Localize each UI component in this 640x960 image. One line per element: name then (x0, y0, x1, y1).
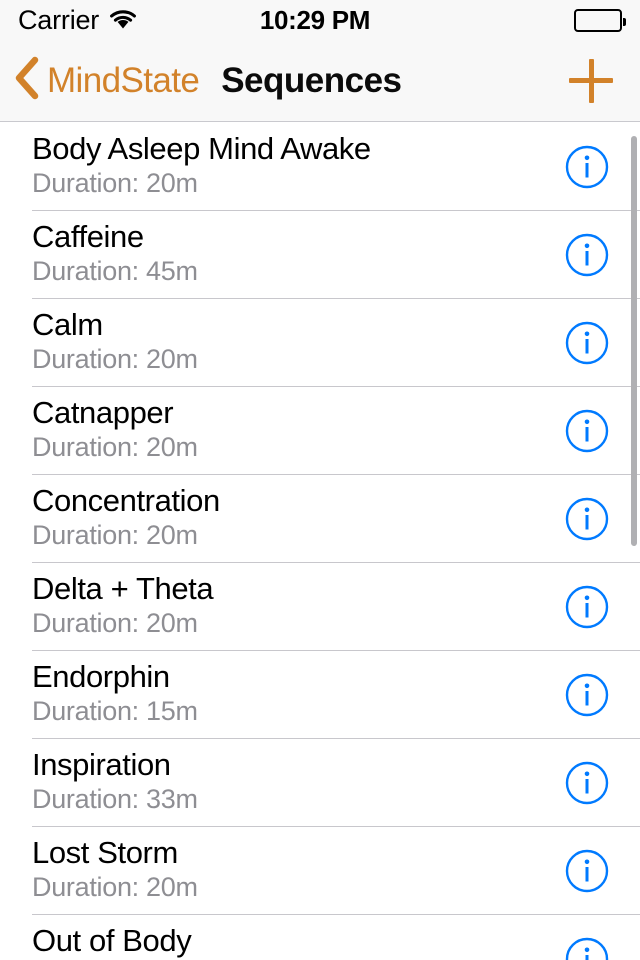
row-text-block: Calm Duration: 20m (32, 306, 560, 376)
table-row[interactable]: Concentration Duration: 20m (0, 475, 640, 563)
row-text-block: Catnapper Duration: 20m (32, 394, 560, 464)
status-bar-left: Carrier (18, 6, 248, 35)
row-title: Body Asleep Mind Awake (32, 131, 371, 166)
info-circle-icon[interactable] (565, 937, 609, 960)
back-button-label: MindState (47, 61, 200, 100)
row-title: Concentration (32, 483, 220, 518)
row-duration: Duration: 15m (32, 696, 198, 726)
row-title: Lost Storm (32, 835, 178, 870)
row-title: Caffeine (32, 219, 144, 254)
info-circle-icon[interactable] (565, 585, 609, 629)
table-row[interactable]: Inspiration Duration: 33m (0, 739, 640, 827)
info-circle-icon[interactable] (565, 233, 609, 277)
row-title: Calm (32, 307, 103, 342)
row-duration: Duration: 20m (32, 872, 198, 902)
row-text-block: Out of BodyDuration: 20m (32, 922, 560, 960)
row-text-block: Caffeine Duration: 45m (32, 218, 560, 288)
vertical-scrollbar[interactable] (631, 136, 637, 546)
info-circle-icon[interactable] (565, 321, 609, 365)
status-bar-clock: 10:29 PM (259, 5, 371, 35)
table-row[interactable]: Endorphin Duration: 15m (0, 651, 640, 739)
back-button[interactable]: MindState (14, 56, 200, 105)
row-text-block: Inspiration Duration: 33m (32, 746, 560, 816)
page-title: Sequences (221, 61, 402, 100)
sequences-list[interactable]: Body Asleep Mind Awake Duration: 20m Caffe… (0, 123, 640, 960)
table-row[interactable]: Body Asleep Mind Awake Duration: 20m (0, 123, 640, 211)
info-circle-icon[interactable] (565, 673, 609, 717)
row-duration: Duration: 20m (32, 168, 198, 198)
row-duration: Duration: 20m (32, 608, 198, 638)
info-circle-icon[interactable] (565, 849, 609, 893)
app-screen: Carrier 10:29 PM MindState Sequences Bod… (0, 0, 640, 960)
row-title: Delta + Theta (32, 571, 214, 606)
chevron-left-icon (14, 56, 40, 105)
status-bar: Carrier 10:29 PM (0, 0, 640, 40)
sequences-rows: Body Asleep Mind Awake Duration: 20m Caffe… (0, 123, 640, 960)
wifi-icon (108, 8, 138, 35)
row-text-block: Delta + Theta Duration: 20m (32, 570, 560, 640)
info-circle-icon[interactable] (565, 145, 609, 189)
status-bar-right (392, 8, 626, 32)
row-duration: Duration: 20m (32, 344, 198, 374)
row-title: Inspiration (32, 747, 171, 782)
table-row[interactable]: Calm Duration: 20m (0, 299, 640, 387)
plus-icon-vertical (588, 58, 594, 103)
row-title: Catnapper (32, 395, 174, 430)
table-row[interactable]: Catnapper Duration: 20m (0, 387, 640, 475)
row-duration: Duration: 33m (32, 784, 198, 814)
info-circle-icon[interactable] (565, 409, 609, 453)
row-text-block: Lost Storm Duration: 20m (32, 834, 560, 904)
carrier-label: Carrier (18, 4, 100, 35)
table-row[interactable]: Out of BodyDuration: 20m (0, 915, 640, 960)
table-row[interactable]: Lost Storm Duration: 20m (0, 827, 640, 915)
row-text-block: Concentration Duration: 20m (32, 482, 560, 552)
info-circle-icon[interactable] (565, 497, 609, 541)
table-row[interactable]: Delta + Theta Duration: 20m (0, 563, 640, 651)
add-sequence-button[interactable] (564, 54, 618, 108)
navigation-bar: MindState Sequences (0, 40, 640, 122)
battery-full-icon (574, 8, 626, 32)
row-text-block: Endorphin Duration: 15m (32, 658, 560, 728)
row-text-block: Body Asleep Mind Awake Duration: 20m (32, 130, 560, 200)
row-title: Endorphin (32, 659, 170, 694)
row-duration: Duration: 20m (32, 520, 198, 550)
table-row[interactable]: Caffeine Duration: 45m (0, 211, 640, 299)
row-duration: Duration: 45m (32, 256, 198, 286)
row-title: Out of Body (32, 923, 192, 958)
info-circle-icon[interactable] (565, 761, 609, 805)
row-duration: Duration: 20m (32, 432, 198, 462)
